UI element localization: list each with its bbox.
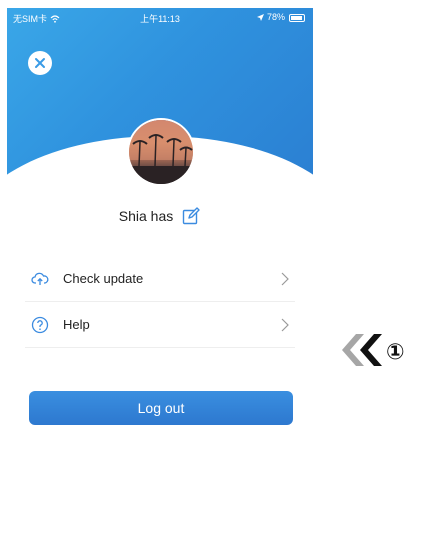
battery-icon — [289, 14, 305, 22]
logout-button[interactable]: Log out — [29, 391, 293, 425]
chevron-left-icon — [360, 334, 382, 366]
chevron-right-icon — [281, 318, 289, 331]
username: Shia has — [118, 208, 174, 224]
profile-header: 无SIM卡 上午11:13 78% — [7, 8, 313, 188]
menu-item-label: Check update — [63, 271, 144, 286]
help-icon — [31, 316, 49, 333]
username-row: Shia has — [7, 206, 313, 226]
app-screen: 无SIM卡 上午11:13 78% Shia has Check update … — [7, 8, 313, 554]
avatar[interactable] — [129, 120, 193, 184]
status-bar: 无SIM卡 上午11:13 78% — [7, 8, 313, 28]
edit-icon[interactable] — [181, 206, 201, 226]
location-arrow-icon — [257, 14, 265, 21]
menu-item-label: Help — [63, 317, 90, 332]
cloud-update-icon — [31, 272, 49, 285]
chevron-right-icon — [281, 272, 289, 285]
battery-percent: 78% — [266, 12, 285, 22]
close-icon — [35, 58, 45, 68]
callout-number: ① — [386, 340, 405, 365]
battery-text: 78% — [257, 12, 285, 22]
menu-item-help[interactable]: Help — [25, 302, 295, 348]
avatar-photo — [129, 120, 193, 184]
menu-item-check-update[interactable]: Check update — [25, 256, 295, 302]
close-button[interactable] — [28, 51, 52, 75]
callout-arrow-annotation: ① — [342, 334, 405, 366]
settings-menu: Check update Help — [25, 256, 295, 348]
